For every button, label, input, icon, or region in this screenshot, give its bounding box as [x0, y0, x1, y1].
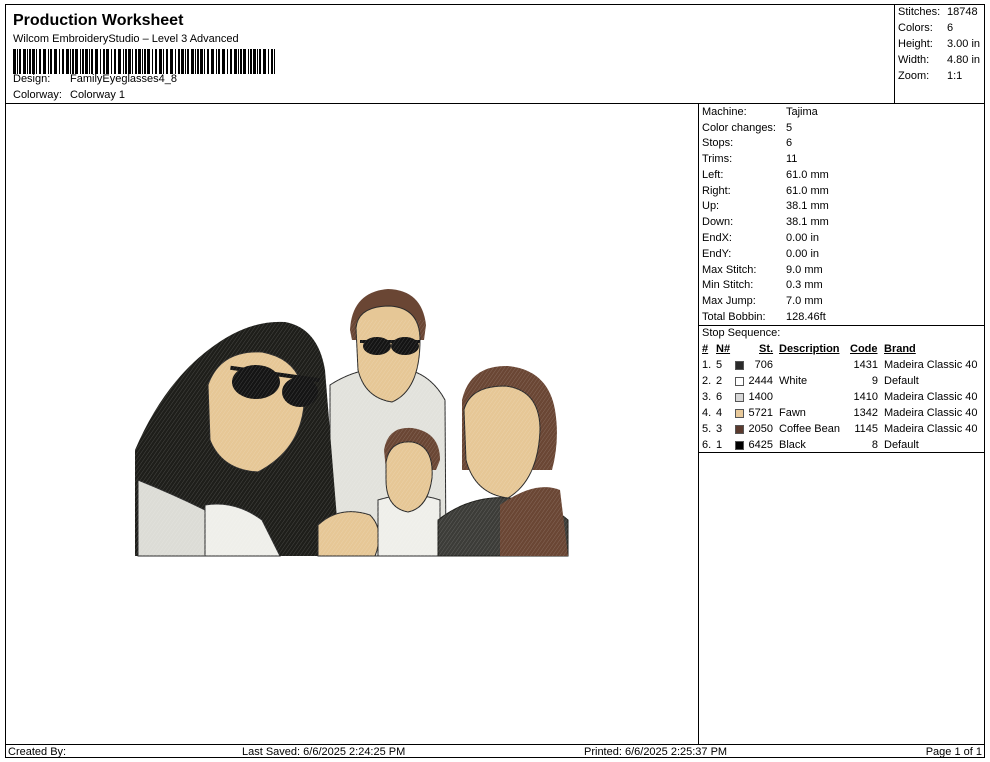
thread-color-swatch	[735, 377, 744, 386]
row-st: 5721	[748, 407, 773, 419]
row-description: Black	[779, 439, 806, 451]
info-max-stitch: Max Stitch: 9.0 mm	[702, 264, 823, 276]
info-left: Left: 61.0 mm	[702, 169, 829, 181]
row-st: 6425	[748, 439, 773, 451]
row-n: 4	[716, 407, 723, 419]
row-brand: Default	[884, 439, 919, 451]
worksheet-header: Production Worksheet Wilcom EmbroiderySt…	[5, 4, 895, 104]
last-saved: Last Saved: 6/6/2025 2:24:25 PM	[242, 746, 406, 758]
design-label: Design:	[13, 73, 51, 85]
stop-sequence-row: 1. 5 706 1431 Madeira Classic 40	[702, 359, 984, 374]
stat-stitches: Stitches: 18748	[898, 6, 978, 18]
row-description: Coffee Bean	[779, 423, 840, 435]
col-stitches: St.	[759, 343, 774, 355]
info-right: Right: 61.0 mm	[702, 185, 829, 197]
stop-sequence-row: 4. 4 5721 Fawn 1342 Madeira Classic 40	[702, 407, 984, 422]
row-brand: Madeira Classic 40	[884, 423, 978, 435]
col-brand: Brand	[884, 343, 916, 355]
thread-color-swatch	[735, 393, 744, 402]
page-title: Production Worksheet	[13, 12, 184, 29]
col-code: Code	[850, 343, 878, 355]
thread-color-swatch	[735, 441, 744, 450]
row-num: 6.	[702, 439, 712, 451]
col-needle: N#	[716, 343, 731, 355]
row-brand: Madeira Classic 40	[884, 359, 978, 371]
row-n: 1	[716, 439, 723, 451]
info-stops: Stops: 6	[702, 137, 793, 149]
row-code: 1342	[853, 407, 878, 419]
row-brand: Madeira Classic 40	[884, 391, 978, 403]
row-num: 3.	[702, 391, 712, 403]
design-row: Design: FamilyEyeglasses4_8	[13, 73, 177, 85]
row-description: White	[779, 375, 808, 387]
stats-panel: Stitches: 18748 Colors: 6 Height: 3.00 in W…	[895, 4, 985, 104]
design-preview	[5, 104, 699, 744]
colorway-label: Colorway:	[13, 89, 62, 101]
stat-zoom: Zoom: 1:1	[898, 70, 963, 82]
created-by: Created By:	[8, 746, 67, 758]
row-n: 5	[716, 359, 723, 371]
info-up: Up: 38.1 mm	[702, 200, 829, 212]
stat-width: Width: 4.80 in	[898, 54, 981, 66]
row-n: 3	[716, 423, 723, 435]
stop-sequence-header: # N# St. Description Code Brand	[702, 343, 984, 358]
stat-height: Height: 3.00 in	[898, 38, 981, 50]
thread-color-swatch	[735, 409, 744, 418]
info-endy: EndY: 0.00 in	[702, 248, 820, 260]
row-num: 5.	[702, 423, 712, 435]
stop-sequence-row: 2. 2 2444 White 9 Default	[702, 375, 984, 390]
colorway-name: Colorway 1	[70, 89, 126, 101]
thread-color-swatch	[735, 361, 744, 370]
row-n: 2	[716, 375, 723, 387]
design-name: FamilyEyeglasses4_8	[70, 73, 177, 85]
stop-sequence-title: Stop Sequence:	[702, 327, 781, 339]
row-code: 8	[871, 439, 878, 451]
row-n: 6	[716, 391, 723, 403]
stop-sequence-row: 5. 3 2050 Coffee Bean 1145 Madeira Classic 40	[702, 423, 984, 438]
info-min-stitch: Min Stitch: 0.3 mm	[702, 279, 823, 291]
col-hash: #	[702, 343, 709, 355]
info-total-bobbin: Total Bobbin: 128.46ft	[702, 311, 826, 323]
info-color-changes: Color changes: 5	[702, 122, 793, 134]
info-trims: Trims: 11	[702, 153, 798, 165]
col-description: Description	[779, 343, 840, 355]
row-brand: Default	[884, 375, 919, 387]
info-down: Down: 38.1 mm	[702, 216, 829, 228]
row-description: Fawn	[779, 407, 806, 419]
info-divider	[699, 325, 985, 326]
info-endx: EndX: 0.00 in	[702, 232, 820, 244]
row-st: 2050	[748, 423, 773, 435]
info-machine: Machine: Tajima	[702, 106, 818, 118]
row-st: 2444	[748, 375, 773, 387]
thread-color-swatch	[735, 425, 744, 434]
row-code: 1145	[854, 423, 878, 435]
barcode	[13, 49, 275, 74]
colorway-row: Colorway: Colorway 1	[13, 89, 125, 101]
row-brand: Madeira Classic 40	[884, 407, 978, 419]
row-code: 9	[871, 375, 878, 387]
stitch-texture	[135, 320, 568, 556]
row-code: 1431	[853, 359, 878, 371]
software-name: Wilcom EmbroideryStudio – Level 3 Advanc…	[13, 33, 239, 45]
stop-sequence-row: 3. 6 1400 1410 Madeira Classic 40	[702, 391, 984, 406]
sequence-divider	[699, 452, 985, 453]
stat-colors: Colors: 6	[898, 22, 954, 34]
info-max-jump: Max Jump: 7.0 mm	[702, 295, 823, 307]
row-num: 4.	[702, 407, 712, 419]
row-code: 1410	[853, 391, 878, 403]
row-st: 706	[754, 359, 773, 371]
embroidery-artwork	[135, 289, 569, 557]
row-num: 1.	[702, 359, 712, 371]
printed-date: Printed: 6/6/2025 2:25:37 PM	[584, 746, 728, 758]
worksheet-footer: Created By: Last Saved: 6/6/2025 2:24:25…	[5, 744, 985, 759]
page-number: Page 1 of 1	[925, 746, 982, 758]
row-st: 1400	[748, 391, 773, 403]
row-num: 2.	[702, 375, 712, 387]
